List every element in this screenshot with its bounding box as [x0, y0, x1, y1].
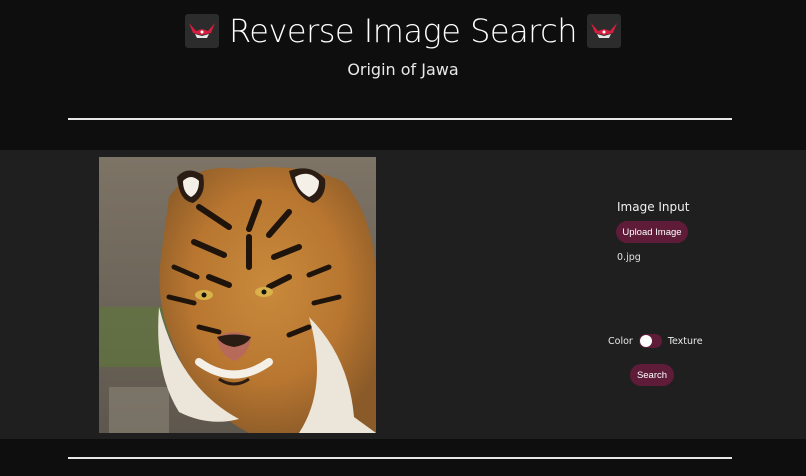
toggle-knob — [639, 335, 652, 347]
image-input-label: Image Input — [617, 200, 690, 214]
red-bird-logo-icon — [184, 14, 219, 48]
search-panel: Image Input Upload Image 0.jpg Color Tex… — [0, 150, 806, 439]
texture-option-label: Texture — [667, 335, 703, 347]
tiger-photo — [99, 157, 376, 433]
bottom-divider — [68, 457, 732, 459]
page: Reverse Image Search Origin of Jawa Imag… — [0, 0, 806, 476]
red-bird-logo-icon — [587, 14, 621, 48]
header: Reverse Image Search Origin of Jawa — [0, 0, 806, 150]
top-divider — [68, 118, 732, 120]
image-preview — [99, 157, 376, 433]
color-texture-toggle[interactable] — [638, 334, 662, 348]
title-row: Reverse Image Search — [0, 8, 806, 54]
color-option-label: Color — [608, 335, 633, 347]
uploaded-filename: 0.jpg — [617, 252, 641, 263]
page-title: Reverse Image Search — [228, 12, 578, 50]
upload-image-button[interactable]: Upload Image — [616, 221, 688, 243]
page-subtitle: Origin of Jawa — [347, 60, 459, 79]
feature-toggle-row: Color Texture — [608, 333, 703, 349]
search-button[interactable]: Search — [630, 364, 674, 386]
